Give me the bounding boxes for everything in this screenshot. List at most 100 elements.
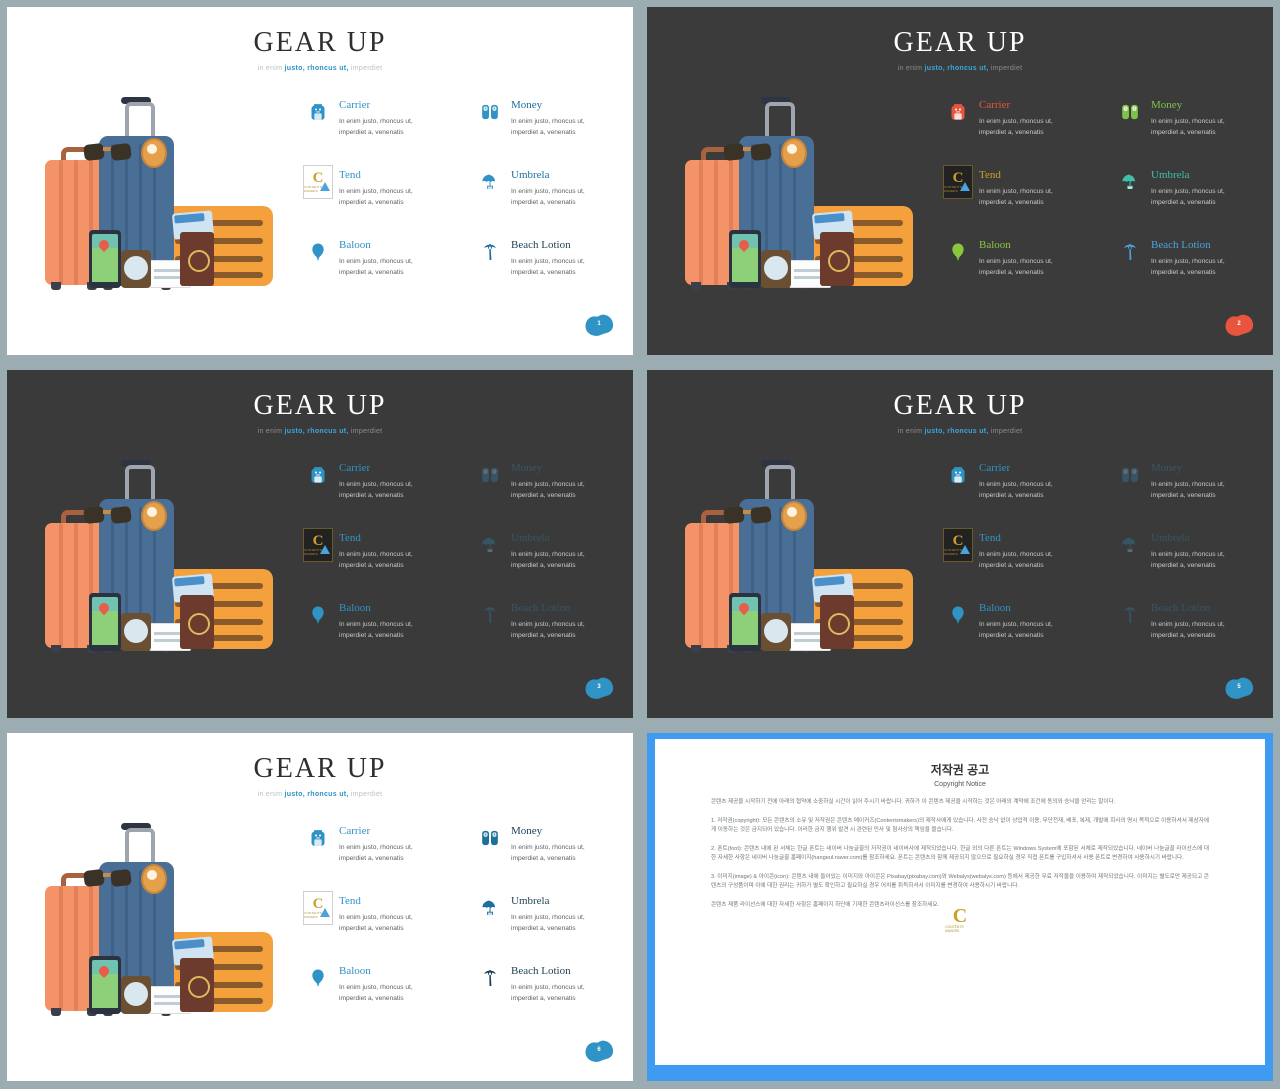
slide-5[interactable]: GEAR UP in enim justo, rhoncus ut, imper… <box>0 726 640 1089</box>
feature-description-line2: imperdiet a, venenatis <box>1151 129 1216 136</box>
feature-item-umbrela[interactable]: Umbrela In enim justo, rhoncus ut, imper… <box>479 532 627 602</box>
subtitle-post: imperdiet <box>988 65 1023 72</box>
feature-item-beach-lotion[interactable]: Beach Lotion In enim justo, rhoncus ut, … <box>1119 602 1267 672</box>
palm-tree-icon <box>479 241 501 263</box>
balloon-icon <box>947 604 969 626</box>
subtitle-pre: in enim <box>257 65 285 72</box>
feature-title: Beach Lotion <box>511 602 571 614</box>
tent-shape <box>320 545 330 554</box>
backpack-icon <box>947 101 969 123</box>
feature-item-carrier[interactable]: Carrier In enim justo, rhoncus ut, imper… <box>307 825 455 895</box>
slide-subtitle: in enim justo, rhoncus ut, imperdiet <box>7 428 633 435</box>
suitcase-foot <box>691 282 701 290</box>
tent-shape <box>960 545 970 554</box>
feature-description-line2: imperdiet a, venenatis <box>339 632 404 639</box>
palm-tree-icon <box>1119 241 1141 263</box>
feature-item-money[interactable]: $ $ Money In enim justo, rhoncus ut, imp… <box>1119 462 1267 532</box>
copyright-frame: 저작권 공고 Copyright Notice 콘텐츠 제공을 시작하기 전에 … <box>647 733 1273 1081</box>
feature-item-carrier[interactable]: Carrier In enim justo, rhoncus ut, imper… <box>947 99 1095 169</box>
svg-text:$: $ <box>485 470 487 474</box>
feature-item-beach-lotion[interactable]: Beach Lotion In enim justo, rhoncus ut, … <box>1119 239 1267 309</box>
wristwatch-icon <box>121 613 151 651</box>
feature-description-line1: In enim justo, rhoncus ut, <box>339 258 413 265</box>
feature-description-line2: imperdiet a, venenatis <box>339 562 404 569</box>
feature-item-umbrela[interactable]: Umbrela In enim justo, rhoncus ut, imper… <box>479 169 627 239</box>
feature-item-money[interactable]: $ $ Money In enim justo, rhoncus ut, imp… <box>479 825 627 895</box>
feature-description-line1: In enim justo, rhoncus ut, <box>339 481 413 488</box>
feature-item-baloon[interactable]: Baloon In enim justo, rhoncus ut, imperd… <box>947 239 1095 309</box>
page-number-blob: 5 <box>1221 676 1257 704</box>
feature-title: Beach Lotion <box>1151 602 1211 614</box>
feature-item-money[interactable]: $ $ Money In enim justo, rhoncus ut, imp… <box>479 99 627 169</box>
feature-title: Tend <box>979 169 1001 181</box>
feature-description-line2: imperdiet a, venenatis <box>1151 199 1216 206</box>
feature-item-tend[interactable]: C CONTENTS MAKERS Tend In enim justo, rh… <box>303 165 455 239</box>
slide-1[interactable]: GEAR UP in enim justo, rhoncus ut, imper… <box>0 0 640 363</box>
feature-item-baloon[interactable]: Baloon In enim justo, rhoncus ut, imperd… <box>947 602 1095 672</box>
feature-description-line2: imperdiet a, venenatis <box>339 995 404 1002</box>
copyright-paper: 저작권 공고 Copyright Notice 콘텐츠 제공을 시작하기 전에 … <box>655 739 1265 1065</box>
feature-item-tend[interactable]: C CONTENTS MAKERS Tend In enim justo, rh… <box>303 891 455 965</box>
feature-description-line2: imperdiet a, venenatis <box>511 925 576 932</box>
feature-description-line2: imperdiet a, venenatis <box>1151 632 1216 639</box>
smartphone-icon <box>89 593 121 651</box>
slide-2[interactable]: GEAR UP in enim justo, rhoncus ut, imper… <box>640 0 1280 363</box>
feature-item-carrier[interactable]: Carrier In enim justo, rhoncus ut, imper… <box>307 99 455 169</box>
feature-description-line1: In enim justo, rhoncus ut, <box>339 844 413 851</box>
feature-description-line1: In enim justo, rhoncus ut, <box>979 258 1053 265</box>
slide-4[interactable]: GEAR UP in enim justo, rhoncus ut, imper… <box>640 363 1280 726</box>
feature-item-carrier[interactable]: Carrier In enim justo, rhoncus ut, imper… <box>947 462 1095 532</box>
feature-title: Tend <box>339 169 361 181</box>
smartphone-icon <box>89 230 121 288</box>
feature-description-line1: In enim justo, rhoncus ut, <box>339 551 413 558</box>
feature-item-beach-lotion[interactable]: Beach Lotion In enim justo, rhoncus ut, … <box>479 965 627 1035</box>
passport-icon <box>820 232 854 286</box>
feature-item-money[interactable]: $ $ Money In enim justo, rhoncus ut, imp… <box>1119 99 1267 169</box>
feature-description-line1: In enim justo, rhoncus ut, <box>511 984 585 991</box>
subtitle-pre: in enim <box>257 791 285 798</box>
feature-title: Beach Lotion <box>1151 239 1211 251</box>
money-icon: $ $ <box>479 827 501 849</box>
feature-item-tend[interactable]: C CONTENTS MAKERS Tend In enim justo, rh… <box>943 528 1095 602</box>
backpack-icon <box>947 464 969 486</box>
page-number: 6 <box>597 1047 601 1053</box>
feature-description-line1: In enim justo, rhoncus ut, <box>1151 118 1225 125</box>
feature-description-line2: imperdiet a, venenatis <box>339 269 404 276</box>
feature-description-line1: In enim justo, rhoncus ut, <box>979 188 1053 195</box>
feature-item-money[interactable]: $ $ Money In enim justo, rhoncus ut, imp… <box>479 462 627 532</box>
feature-item-baloon[interactable]: Baloon In enim justo, rhoncus ut, imperd… <box>307 239 455 309</box>
feature-list: Carrier In enim justo, rhoncus ut, imper… <box>303 825 627 1035</box>
tent-logo-icon: C CONTENTS MAKERS <box>303 891 333 925</box>
feature-title: Baloon <box>339 965 371 977</box>
subtitle-pre: in enim <box>257 428 285 435</box>
feature-item-umbrela[interactable]: Umbrela In enim justo, rhoncus ut, imper… <box>1119 169 1267 239</box>
feature-item-baloon[interactable]: Baloon In enim justo, rhoncus ut, imperd… <box>307 965 455 1035</box>
copyright-intro: 콘텐츠 제공을 시작하기 전에 아래의 협약에 소중하실 시간이 읽어 주시기 … <box>711 799 1116 805</box>
feature-item-beach-lotion[interactable]: Beach Lotion In enim justo, rhoncus ut, … <box>479 602 627 672</box>
feature-item-carrier[interactable]: Carrier In enim justo, rhoncus ut, imper… <box>307 462 455 532</box>
palm-tree-icon <box>1119 604 1141 626</box>
slide-deck-grid: GEAR UP in enim justo, rhoncus ut, imper… <box>0 0 1280 1089</box>
page-number-blob: 6 <box>581 1039 617 1067</box>
travel-luggage-illustration <box>37 818 299 1028</box>
feature-title: Umbrela <box>1151 169 1190 181</box>
copyright-clause-2: 2. 폰트(font): 콘텐츠 내에 된 서체는 한글 폰트는 네이버 나눔글… <box>711 846 1209 861</box>
feature-description-line2: imperdiet a, venenatis <box>511 855 576 862</box>
wristwatch-icon <box>121 976 151 1014</box>
feature-item-beach-lotion[interactable]: Beach Lotion In enim justo, rhoncus ut, … <box>479 239 627 309</box>
umbrella-icon <box>479 897 501 919</box>
tent-logo-icon: C CONTENTS MAKERS <box>303 528 333 562</box>
slide-copyright[interactable]: 저작권 공고 Copyright Notice 콘텐츠 제공을 시작하기 전에 … <box>640 726 1280 1089</box>
svg-text:$: $ <box>1125 107 1127 111</box>
slide-3[interactable]: GEAR UP in enim justo, rhoncus ut, imper… <box>0 363 640 726</box>
feature-item-umbrela[interactable]: Umbrela In enim justo, rhoncus ut, imper… <box>479 895 627 965</box>
smartphone-icon <box>89 956 121 1014</box>
feature-item-umbrela[interactable]: Umbrela In enim justo, rhoncus ut, imper… <box>1119 532 1267 602</box>
money-icon: $ $ <box>479 464 501 486</box>
feature-item-baloon[interactable]: Baloon In enim justo, rhoncus ut, imperd… <box>307 602 455 672</box>
passport-icon <box>180 232 214 286</box>
feature-title: Umbrela <box>511 169 550 181</box>
feature-item-tend[interactable]: C CONTENTS MAKERS Tend In enim justo, rh… <box>943 165 1095 239</box>
feature-item-tend[interactable]: C CONTENTS MAKERS Tend In enim justo, rh… <box>303 528 455 602</box>
svg-text:$: $ <box>485 833 487 837</box>
